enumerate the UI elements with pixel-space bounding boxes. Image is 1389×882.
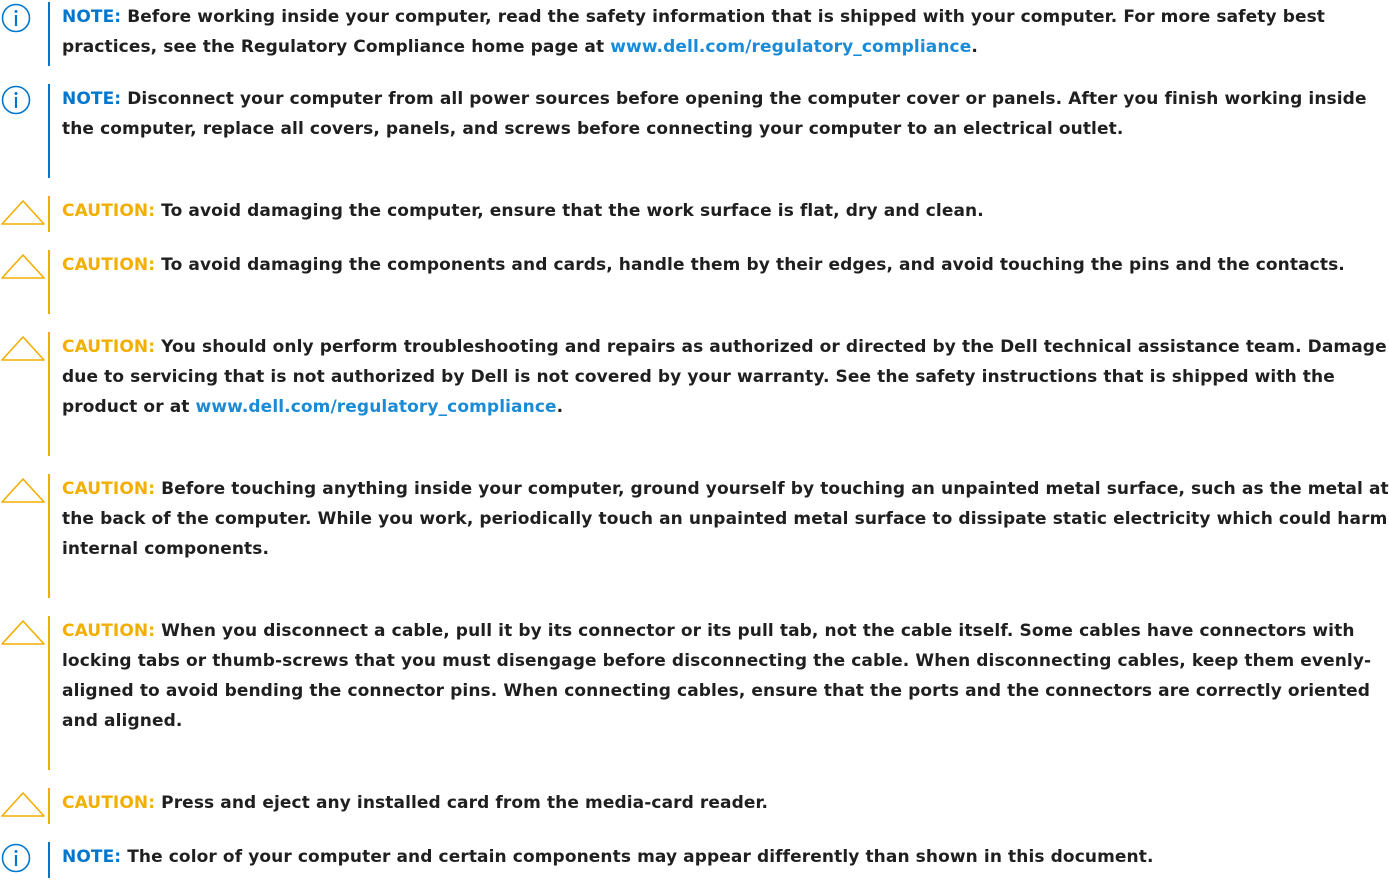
notice-divider xyxy=(48,84,50,178)
notice-divider xyxy=(48,788,50,824)
notice-text: CAUTION: You should only perform trouble… xyxy=(62,332,1389,422)
note-notice: NOTE: The color of your computer and cer… xyxy=(0,842,1389,882)
notice-label: NOTE: xyxy=(62,89,122,109)
notice-label: CAUTION: xyxy=(62,479,156,499)
warning-triangle-icon xyxy=(0,196,46,225)
notice-divider xyxy=(48,842,50,878)
notice-text: NOTE: The color of your computer and cer… xyxy=(62,842,1389,872)
notice-body: Disconnect your computer from all power … xyxy=(62,89,1367,139)
notice-body: . xyxy=(556,397,564,417)
notice-divider xyxy=(48,616,50,770)
caution-notice: CAUTION: Before touching anything inside… xyxy=(0,474,1389,602)
notice-label: CAUTION: xyxy=(62,255,156,275)
notice-body: To avoid damaging the computer, ensure t… xyxy=(155,201,984,221)
note-notice: NOTE: Disconnect your computer from all … xyxy=(0,84,1389,182)
notice-body: . xyxy=(971,37,978,57)
notice-body: Press and eject any installed card from … xyxy=(155,793,769,813)
notice-label: CAUTION: xyxy=(62,793,156,813)
notice-text: CAUTION: Before touching anything inside… xyxy=(62,474,1389,564)
regulatory-compliance-link[interactable]: www.dell.com/regulatory_compliance xyxy=(610,37,971,57)
warning-triangle-icon xyxy=(0,616,46,645)
notice-label: NOTE: xyxy=(62,7,122,27)
notice-text: CAUTION: Press and eject any installed c… xyxy=(62,788,1389,818)
notice-label: CAUTION: xyxy=(62,337,156,357)
info-circle-icon xyxy=(0,2,46,33)
notice-text: CAUTION: When you disconnect a cable, pu… xyxy=(62,616,1389,736)
warning-triangle-icon xyxy=(0,250,46,279)
notice-divider xyxy=(48,474,50,598)
notice-divider xyxy=(48,2,50,66)
notice-body: Before touching anything inside your com… xyxy=(62,479,1389,559)
notice-body: When you disconnect a cable, pull it by … xyxy=(62,621,1372,731)
notice-label: CAUTION: xyxy=(62,201,156,221)
warning-triangle-icon xyxy=(0,474,46,503)
notice-divider xyxy=(48,332,50,456)
info-circle-icon xyxy=(0,842,46,873)
notice-text: CAUTION: To avoid damaging the computer,… xyxy=(62,196,1389,226)
notice-divider xyxy=(48,196,50,232)
caution-notice: CAUTION: When you disconnect a cable, pu… xyxy=(0,616,1389,774)
caution-notice: CAUTION: You should only perform trouble… xyxy=(0,332,1389,460)
notice-label: CAUTION: xyxy=(62,621,156,641)
notice-text: NOTE: Before working inside your compute… xyxy=(62,2,1389,62)
notice-body: The color of your computer and certain c… xyxy=(121,847,1154,867)
caution-notice: CAUTION: To avoid damaging the component… xyxy=(0,250,1389,318)
notice-body: To avoid damaging the components and car… xyxy=(155,255,1345,275)
warning-triangle-icon xyxy=(0,332,46,361)
info-circle-icon xyxy=(0,84,46,115)
notice-label: NOTE: xyxy=(62,847,122,867)
caution-notice: CAUTION: To avoid damaging the computer,… xyxy=(0,196,1389,236)
notice-text: CAUTION: To avoid damaging the component… xyxy=(62,250,1389,280)
caution-notice: CAUTION: Press and eject any installed c… xyxy=(0,788,1389,828)
note-notice: NOTE: Before working inside your compute… xyxy=(0,2,1389,70)
notice-divider xyxy=(48,250,50,314)
notice-text: NOTE: Disconnect your computer from all … xyxy=(62,84,1389,144)
warning-triangle-icon xyxy=(0,788,46,817)
regulatory-compliance-link[interactable]: www.dell.com/regulatory_compliance xyxy=(196,397,557,417)
